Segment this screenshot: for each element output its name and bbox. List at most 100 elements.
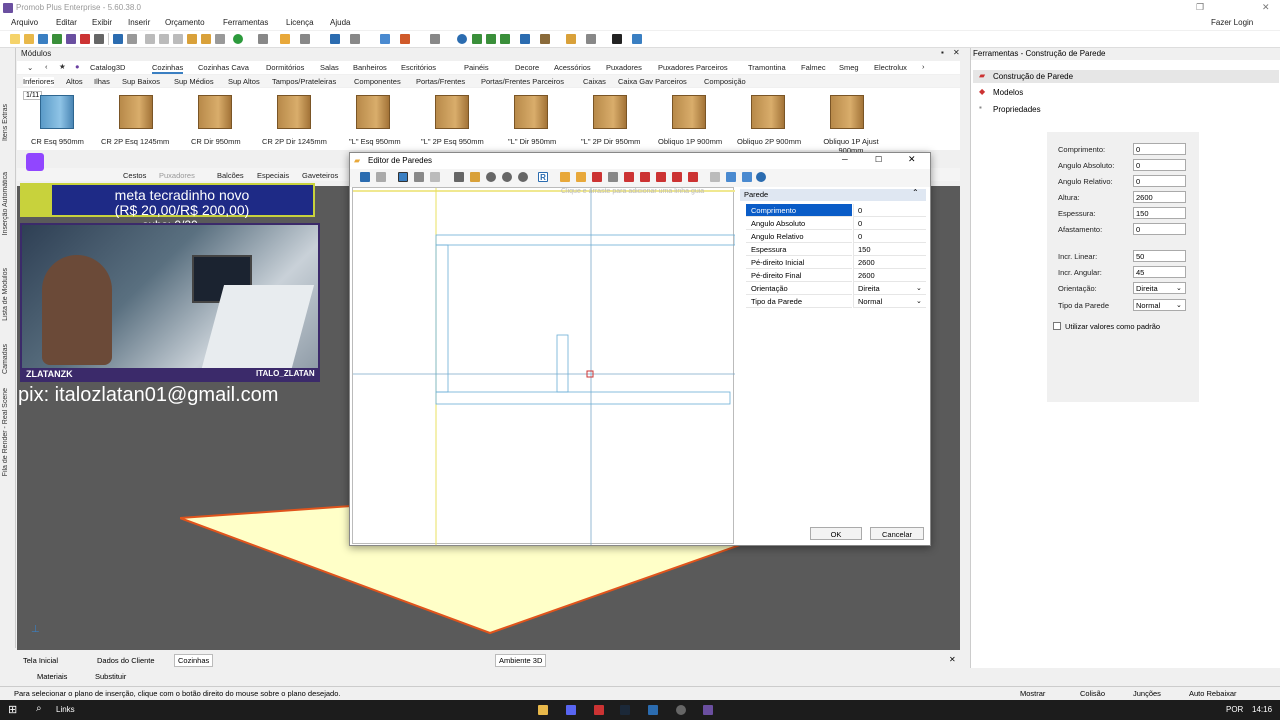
tool-a-icon[interactable]: [560, 172, 570, 182]
taskbar-search[interactable]: Links: [56, 705, 75, 714]
explorer-icon[interactable]: [538, 705, 548, 715]
subtab-tampos[interactable]: Tampos/Prateleiras: [272, 77, 336, 86]
espessura-input[interactable]: 150: [1133, 207, 1186, 219]
auto-rebaixar-toggle[interactable]: Auto Rebaixar: [1189, 689, 1237, 698]
menu-licenca[interactable]: Licença: [286, 18, 314, 27]
hand-icon[interactable]: [470, 172, 480, 182]
angulo-relativo-input[interactable]: 0: [1133, 175, 1186, 187]
close-dialog-icon[interactable]: ✕: [908, 154, 916, 165]
wall-icon[interactable]: [280, 34, 290, 44]
tab-substituir[interactable]: Substituir: [95, 672, 126, 681]
subtab-componentes[interactable]: Componentes: [354, 77, 401, 86]
brush-icon[interactable]: [201, 34, 211, 44]
tool-e-icon[interactable]: [624, 172, 634, 182]
eye-icon[interactable]: [457, 34, 467, 44]
tab-decore[interactable]: Decore: [515, 63, 539, 72]
subtab-sup-baixos[interactable]: Sup Baixos: [122, 77, 160, 86]
close-panel-icon[interactable]: ✕: [953, 48, 960, 57]
tab-puxadores-parceiros[interactable]: Puxadores Parceiros: [658, 63, 728, 72]
tab-insercao-automatica[interactable]: Inserção Automática: [2, 172, 9, 235]
subtab-sup-medios[interactable]: Sup Médios: [174, 77, 214, 86]
forward-icon[interactable]: [486, 34, 496, 44]
camera-icon[interactable]: [586, 34, 596, 44]
menu-exibir[interactable]: Exibir: [92, 18, 112, 27]
subtab-ilhas[interactable]: Ilhas: [94, 77, 110, 86]
tool-b-icon[interactable]: [576, 172, 586, 182]
default-checkbox[interactable]: [1053, 322, 1061, 330]
next-icon[interactable]: [500, 34, 510, 44]
search-icon[interactable]: ⌕: [36, 703, 42, 714]
tab-banheiros[interactable]: Banheiros: [353, 63, 387, 72]
collapse-icon[interactable]: ⌃: [912, 188, 919, 197]
pointer-icon[interactable]: [454, 172, 464, 182]
obs-icon[interactable]: [676, 705, 686, 715]
copy-icon[interactable]: [159, 34, 169, 44]
open-icon[interactable]: [24, 34, 34, 44]
lowertab-puxadores[interactable]: Puxadores: [159, 171, 195, 180]
chevron-down-icon[interactable]: ⌄: [27, 63, 33, 72]
lowertab-balcoes[interactable]: Balcões: [217, 171, 244, 180]
tool-construcao[interactable]: Construção de Parede: [993, 72, 1073, 81]
material-icon[interactable]: [400, 34, 410, 44]
prop-row[interactable]: Orientação Direita: [746, 282, 926, 295]
module-thumb[interactable]: [36, 93, 78, 131]
tab-materiais[interactable]: Materiais: [37, 672, 67, 681]
promob-task-icon[interactable]: [703, 705, 713, 715]
zoom-in-icon[interactable]: [518, 172, 528, 182]
measure-icon[interactable]: [300, 34, 310, 44]
prop-row[interactable]: Pé-direito Inicial 2600: [746, 256, 926, 269]
tab-paineis[interactable]: Painéis: [464, 63, 489, 72]
view-icon[interactable]: [520, 34, 530, 44]
new-icon[interactable]: [10, 34, 20, 44]
tool-f-icon[interactable]: [640, 172, 650, 182]
incr-linear-input[interactable]: 50: [1133, 250, 1186, 262]
subtab-caixa-gav[interactable]: Caixa Gav Parceiros: [618, 77, 687, 86]
tab-falmec[interactable]: Falmec: [801, 63, 826, 72]
undo-icon[interactable]: [113, 34, 123, 44]
tab-smeg[interactable]: Smeg: [839, 63, 859, 72]
prop-row[interactable]: Angulo Relativo 0: [746, 230, 926, 243]
promob-icon[interactable]: [66, 34, 76, 44]
grid-icon[interactable]: [258, 34, 268, 44]
edit-icon[interactable]: [414, 172, 424, 182]
angulo-absoluto-input[interactable]: 0: [1133, 159, 1186, 171]
subtab-altos[interactable]: Altos: [66, 77, 83, 86]
tab-cozinhas-doc[interactable]: Cozinhas: [174, 654, 214, 667]
tab-electrolux[interactable]: Electrolux: [874, 63, 907, 72]
tool-h-icon[interactable]: [672, 172, 682, 182]
close-icon[interactable]: ✕: [1262, 2, 1270, 13]
undo-icon[interactable]: [360, 172, 370, 182]
tab-dados-cliente[interactable]: Dados do Cliente: [97, 656, 155, 665]
tool-j-icon[interactable]: [710, 172, 720, 182]
lowertab-especiais[interactable]: Especiais: [257, 171, 289, 180]
module-thumb[interactable]: [273, 93, 315, 131]
wall-canvas[interactable]: Clique e arraste para adicionar uma linh…: [352, 187, 735, 545]
tab-puxadores[interactable]: Puxadores: [606, 63, 642, 72]
tool-modelos[interactable]: Modelos: [993, 88, 1023, 97]
afastamento-input[interactable]: 0: [1133, 223, 1186, 235]
subtab-portas-frentes[interactable]: Portas/Frentes: [416, 77, 465, 86]
cancel-button[interactable]: Cancelar: [870, 527, 924, 540]
grid-icon[interactable]: [430, 172, 440, 182]
tabs-next-icon[interactable]: ›: [922, 62, 925, 71]
tool-i-icon[interactable]: [688, 172, 698, 182]
tab-itens-extras[interactable]: Itens Extras: [2, 104, 9, 141]
menu-orcamento[interactable]: Orçamento: [165, 18, 205, 27]
close-view-icon[interactable]: ✕: [949, 655, 956, 664]
prop-row[interactable]: Angulo Absoluto 0: [746, 217, 926, 230]
align-icon[interactable]: [350, 34, 360, 44]
colisao-toggle[interactable]: Colisão: [1080, 689, 1105, 698]
restore-icon[interactable]: ❐: [1196, 2, 1204, 13]
tool-c-icon[interactable]: [592, 172, 602, 182]
lowertab-gaveteiros[interactable]: Gaveteiros: [302, 171, 338, 180]
module-thumb[interactable]: [747, 93, 789, 131]
tab-dormitorios[interactable]: Dormitórios: [266, 63, 304, 72]
select-icon[interactable]: [330, 34, 340, 44]
tab-cozinhas[interactable]: Cozinhas: [152, 63, 184, 74]
pin-icon[interactable]: ▪: [941, 48, 944, 57]
maximize-icon[interactable]: ☐: [875, 155, 882, 164]
menu-ferramentas[interactable]: Ferramentas: [223, 18, 268, 27]
minimize-icon[interactable]: ─: [842, 155, 848, 164]
save-icon[interactable]: [38, 34, 48, 44]
tool-l-icon[interactable]: [742, 172, 752, 182]
